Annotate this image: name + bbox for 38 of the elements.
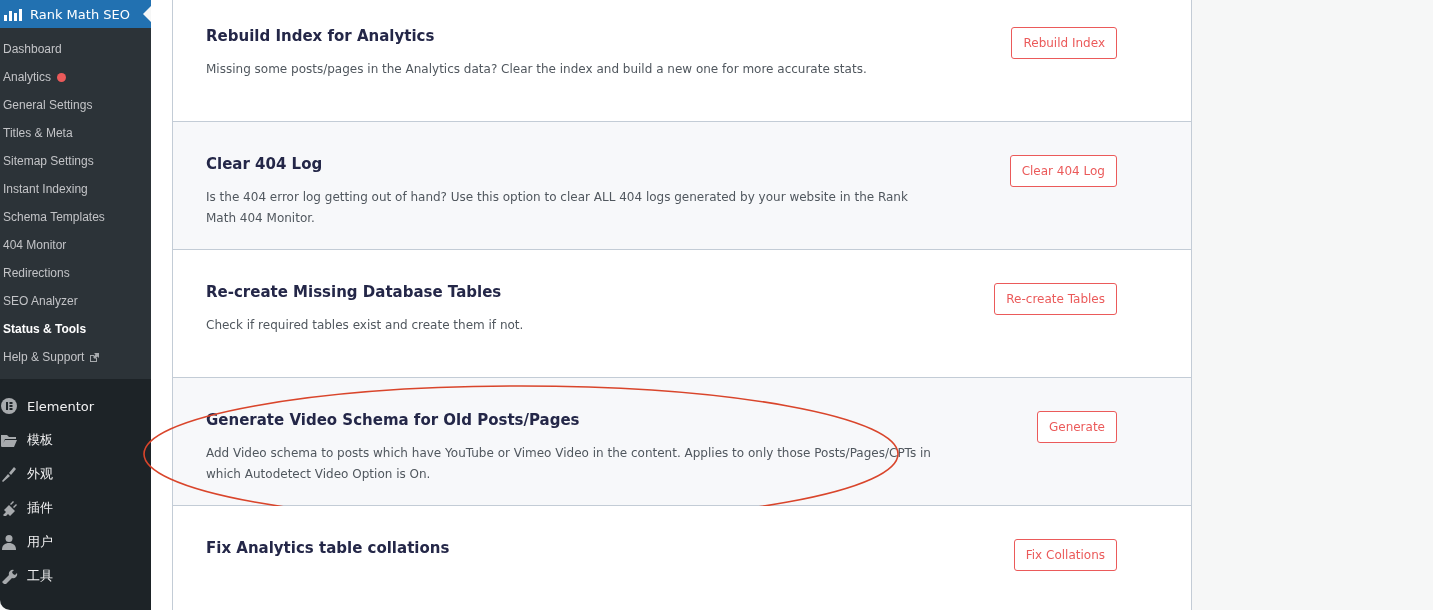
user-icon: [0, 534, 18, 550]
tool-description: Check if required tables exist and create them if not.: [206, 317, 525, 334]
submenu-item[interactable]: Titles & Meta: [0, 119, 151, 147]
submenu-item[interactable]: Schema Templates: [0, 203, 151, 231]
submenu-item[interactable]: Sitemap Settings: [0, 147, 151, 175]
menu-item[interactable]: 插件: [0, 491, 151, 525]
tool-title: Fix Analytics table collations: [206, 539, 451, 557]
submenu-item[interactable]: Instant Indexing: [0, 175, 151, 203]
chart-icon: [4, 7, 22, 21]
tool-title: Re-create Missing Database Tables: [206, 283, 503, 301]
wrench-icon: [0, 568, 18, 584]
menu-item[interactable]: 工具: [0, 559, 151, 593]
submenu-item[interactable]: Redirections: [0, 259, 151, 287]
tool-description: Missing some posts/pages in the Analytics data? Clear the index and build a new one for more accurate stats.: [206, 61, 868, 78]
brush-icon: [0, 466, 18, 482]
menu-item[interactable]: Elementor: [0, 389, 151, 423]
action-button[interactable]: Fix Collations: [1013, 539, 1117, 571]
submenu-item[interactable]: Dashboard: [0, 35, 151, 63]
folder-icon: [0, 432, 18, 448]
submenu-item[interactable]: SEO Analyzer: [0, 287, 151, 315]
menu-item[interactable]: 用户: [0, 525, 151, 559]
submenu-item[interactable]: General Settings: [0, 91, 151, 119]
tool-description: Is the 404 error log getting out of hand? Use this option to clear ALL 404 logs generated by your website in the Rank Math 404 Monitor.: [206, 189, 909, 227]
submenu-item[interactable]: 404 Monitor: [0, 231, 151, 259]
menu-header[interactable]: Rank Math SEO: [0, 0, 151, 28]
action-button[interactable]: Re-create Tables: [994, 283, 1117, 315]
action-button[interactable]: Clear 404 Log: [1009, 155, 1117, 187]
submenu-item[interactable]: Status & Tools: [0, 315, 151, 343]
action-button[interactable]: Generate: [1036, 411, 1117, 443]
submenu-item[interactable]: Help & Support: [0, 343, 151, 371]
tool-title: Generate Video Schema for Old Posts/Pages: [206, 411, 581, 429]
menu-item[interactable]: 模板: [0, 423, 151, 457]
tool-title: Rebuild Index for Analytics: [206, 27, 436, 45]
tool-title: Clear 404 Log: [206, 155, 324, 173]
submenu-item[interactable]: Analytics: [0, 63, 151, 91]
action-button[interactable]: Rebuild Index: [1011, 27, 1117, 59]
menu-label: Rank Math SEO: [30, 6, 130, 22]
menu-item[interactable]: 外观: [0, 457, 151, 491]
